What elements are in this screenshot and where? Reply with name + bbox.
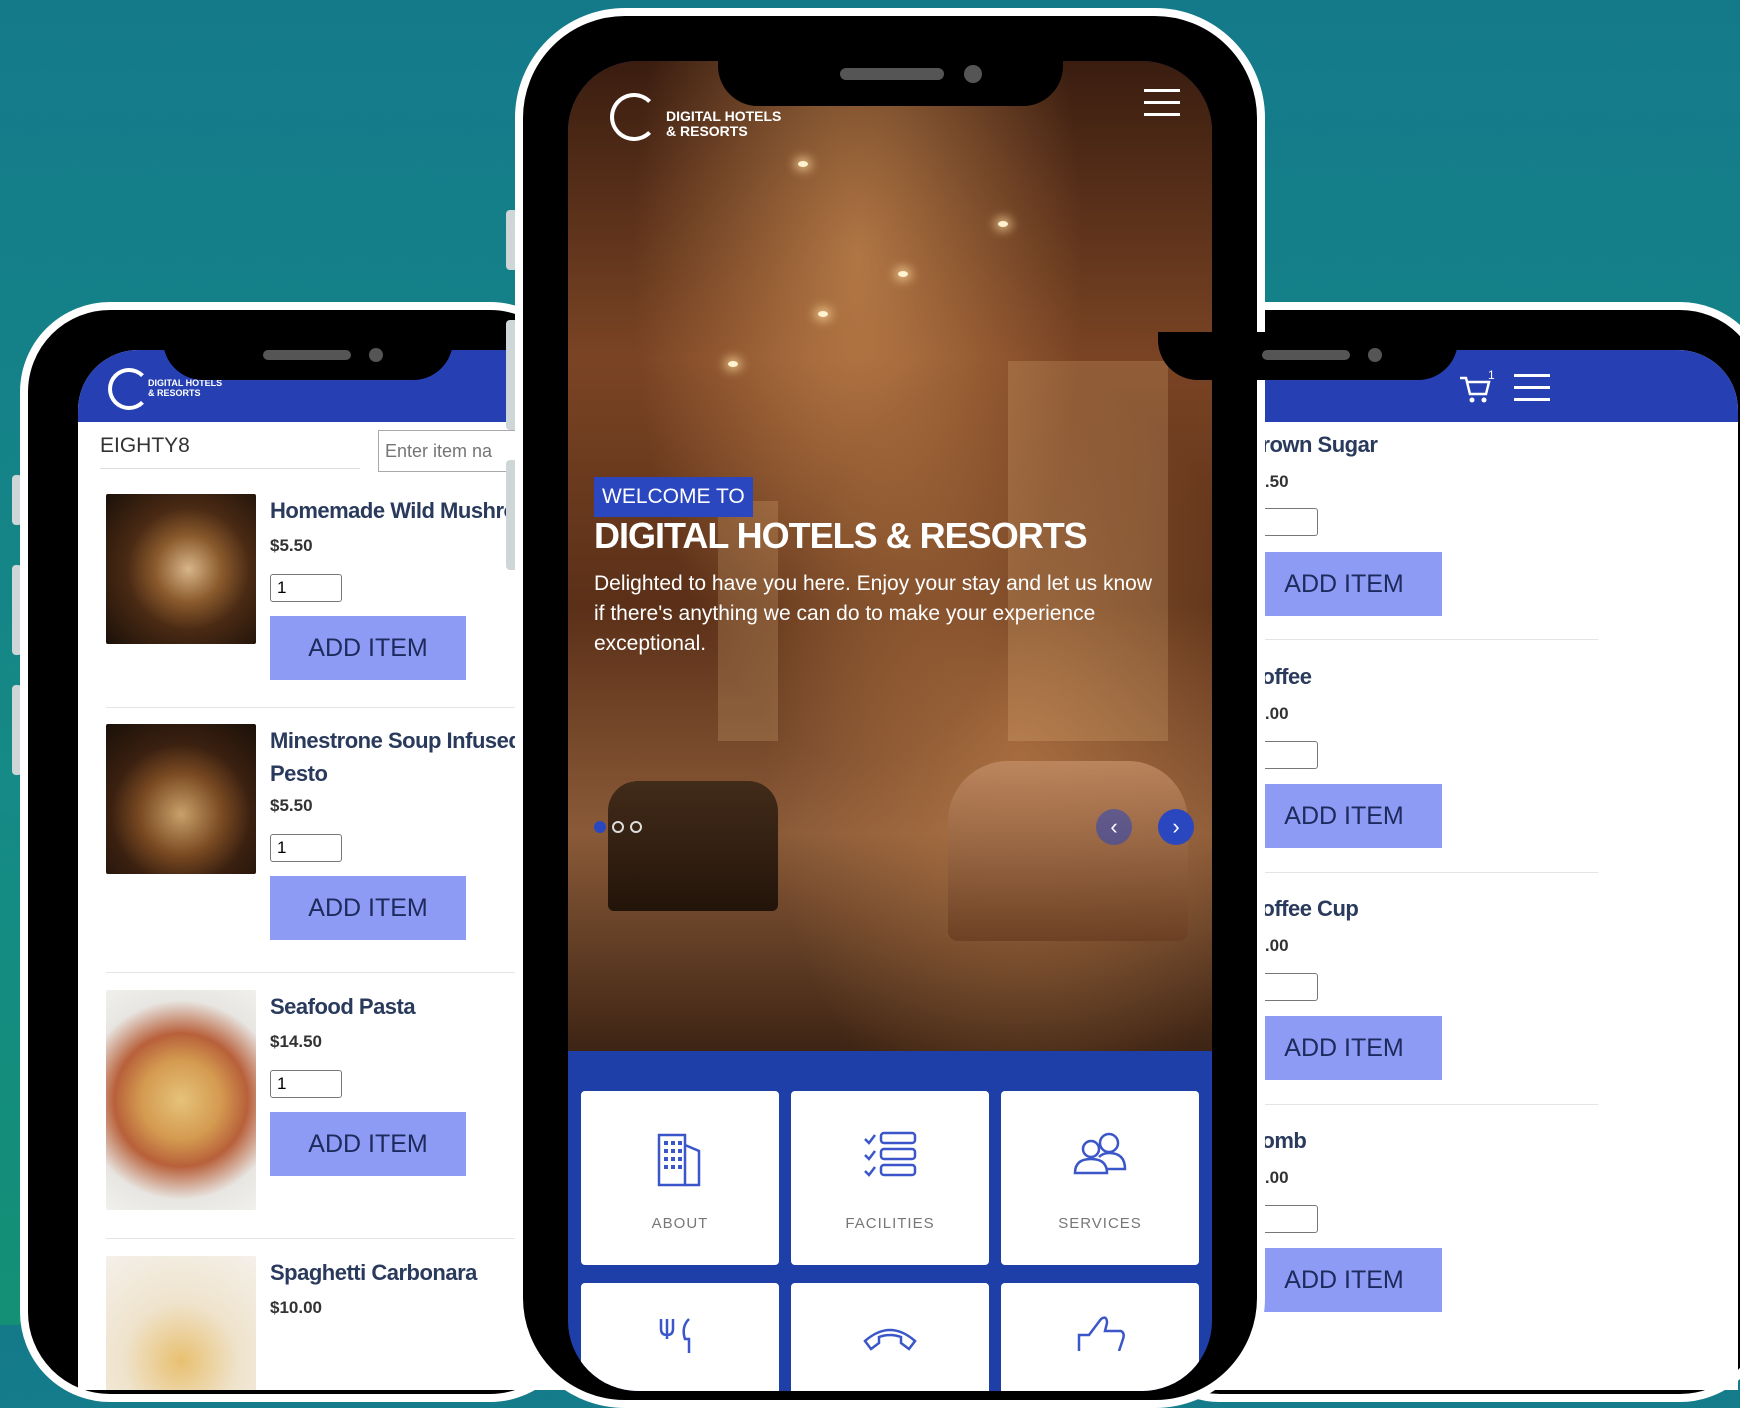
camera [369,348,383,362]
menu-hamburger-icon[interactable] [1514,374,1550,410]
add-item-button[interactable]: ADD ITEM [270,616,466,680]
minestrone-soup-image [106,724,256,874]
item-price: $5.50 [270,796,313,815]
welcome-tag: WELCOME TO [594,477,753,517]
carousel-prev-button[interactable]: ‹ [1096,809,1132,845]
camera [964,65,982,83]
tile-label: SERVICES [1058,1215,1142,1232]
logo-text: DIGITAL HOTELS & RESORTS [148,378,223,398]
left-phone: DIGITAL HOTELS& RESORTS EIGHTY8 Homemade… [20,302,580,1402]
logo-icon [610,93,658,141]
tile-label: FACILITIES [845,1215,935,1232]
logo-text: DIGITAL HOTELS & RESORTS [666,108,782,139]
item-price: $5.50 [270,536,313,555]
carousel-dot[interactable] [612,821,624,833]
add-item-button[interactable]: ADD ITEM [1246,552,1442,616]
add-item-button[interactable]: ADD ITEM [1246,784,1442,848]
item-price: $14.50 [270,1032,322,1051]
carousel-dot-active[interactable] [594,821,606,833]
feedback-tile[interactable] [1001,1283,1199,1391]
speaker [840,68,944,80]
mushroom-soup-image [106,494,256,644]
seafood-pasta-image [106,990,256,1210]
checklist-icon [855,1121,925,1191]
ceiling-light [798,161,808,167]
about-tile[interactable]: ABOUT [581,1091,779,1265]
center-phone: DIGITAL HOTELS & RESORTS WELCOME TO DIGIT… [515,8,1265,1408]
hero-title: DIGITAL HOTELS & RESORTS [594,515,1088,556]
add-item-button[interactable]: ADD ITEM [270,876,466,940]
services-tile[interactable]: SERVICES [1001,1091,1199,1265]
item-name: Brown Sugar [1246,432,1378,457]
dining-tile[interactable] [581,1283,779,1391]
ceiling-light [898,271,908,277]
ceiling-light [998,221,1008,227]
facilities-tile[interactable]: FACILITIES [791,1091,989,1265]
menu-hamburger-icon[interactable] [1144,89,1180,125]
quantity-input[interactable] [270,1070,342,1098]
speaker [1262,350,1350,360]
item-price: $10.00 [270,1298,322,1317]
people-icon [1065,1121,1135,1191]
dining-icon [645,1313,715,1383]
left-phone-notch [163,332,453,380]
carousel-dot[interactable] [630,821,642,833]
tile-label: ABOUT [651,1215,709,1232]
hero-description: Delighted to have you here. Enjoy your s… [594,572,1152,655]
add-item-button[interactable]: ADD ITEM [1246,1016,1442,1080]
cart-icon[interactable]: 1 [1458,368,1495,404]
left-screen: DIGITAL HOTELS& RESORTS EIGHTY8 Homemade… [78,350,578,1390]
ceiling-light [818,311,828,317]
camera [1368,348,1382,362]
lounge-chair [608,781,778,911]
phone-icon [855,1319,925,1389]
contact-tile[interactable] [791,1283,989,1391]
spaghetti-carbonara-image [106,1256,256,1390]
speaker [263,350,351,360]
quantity-input[interactable] [270,574,342,602]
cart-count-badge: 1 [1488,368,1495,382]
quantity-input[interactable] [270,834,342,862]
thumbs-up-icon [1065,1311,1135,1381]
logo-icon [108,368,150,410]
ceiling-light [728,361,738,367]
add-item-button[interactable]: ADD ITEM [270,1112,466,1176]
carousel-next-button[interactable]: › [1158,809,1194,845]
item-divider [106,707,578,708]
add-item-button[interactable]: ADD ITEM [1246,1248,1442,1312]
right-phone-notch [1158,332,1458,380]
building-icon [645,1121,715,1191]
center-screen: DIGITAL HOTELS & RESORTS WELCOME TO DIGIT… [568,61,1212,1391]
shop-name: EIGHTY8 [100,434,190,457]
item-divider [106,1238,578,1239]
center-phone-notch [718,52,1063,106]
lounge-chair [948,761,1188,941]
shop-name-underline [100,468,360,469]
item-divider [106,972,578,973]
